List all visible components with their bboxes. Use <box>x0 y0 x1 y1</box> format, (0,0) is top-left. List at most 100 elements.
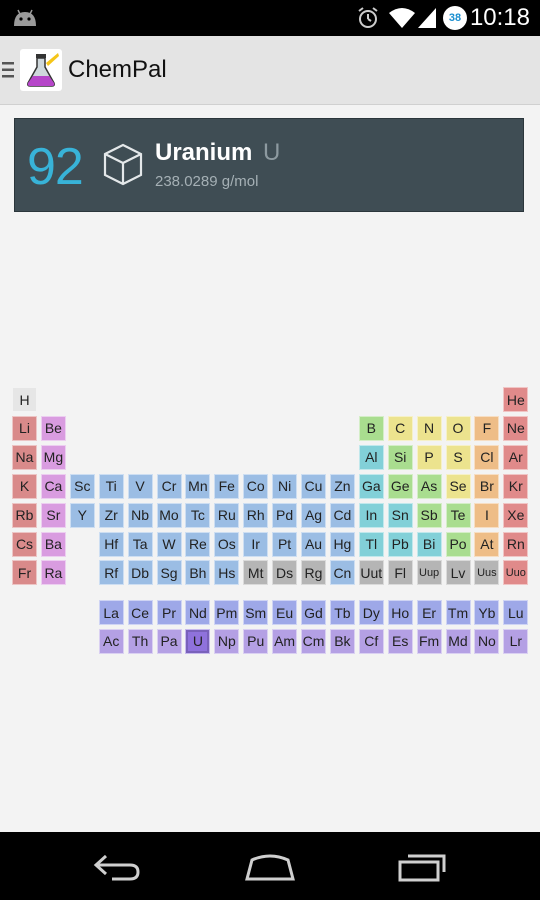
element-v[interactable]: V <box>127 473 153 499</box>
element-hf[interactable]: Hf <box>98 531 124 557</box>
element-bh[interactable]: Bh <box>185 560 211 586</box>
element-pd[interactable]: Pd <box>272 502 298 528</box>
element-rn[interactable]: Rn <box>503 531 529 557</box>
element-br[interactable]: Br <box>474 473 500 499</box>
element-li[interactable]: Li <box>12 415 37 441</box>
element-rb[interactable]: Rb <box>12 502 37 528</box>
element-ba[interactable]: Ba <box>40 531 66 557</box>
element-na[interactable]: Na <box>12 444 37 470</box>
element-info-card[interactable]: 92 Uranium U 238.0289 g/mol <box>14 118 524 212</box>
element-eu[interactable]: Eu <box>272 600 298 625</box>
element-ta[interactable]: Ta <box>127 531 153 557</box>
element-ho[interactable]: Ho <box>387 600 413 625</box>
element-yb[interactable]: Yb <box>474 600 500 625</box>
element-ir[interactable]: Ir <box>243 531 269 557</box>
element-uuo[interactable]: Uuo <box>503 560 529 586</box>
element-hs[interactable]: Hs <box>214 560 240 586</box>
element-re[interactable]: Re <box>185 531 211 557</box>
element-b[interactable]: B <box>358 415 384 441</box>
home-icon[interactable] <box>242 850 298 884</box>
element-pm[interactable]: Pm <box>214 600 240 625</box>
element-tm[interactable]: Tm <box>445 600 471 625</box>
element-dy[interactable]: Dy <box>358 600 384 625</box>
element-ti[interactable]: Ti <box>98 473 124 499</box>
element-ag[interactable]: Ag <box>301 502 326 528</box>
element-se[interactable]: Se <box>445 473 471 499</box>
element-si[interactable]: Si <box>387 444 413 470</box>
element-am[interactable]: Am <box>272 628 298 654</box>
element-mn[interactable]: Mn <box>185 473 211 499</box>
element-cr[interactable]: Cr <box>156 473 182 499</box>
element-at[interactable]: At <box>474 531 500 557</box>
element-uut[interactable]: Uut <box>358 560 384 586</box>
element-bi[interactable]: Bi <box>416 531 442 557</box>
element-y[interactable]: Y <box>69 502 95 528</box>
element-gd[interactable]: Gd <box>301 600 326 625</box>
element-ni[interactable]: Ni <box>272 473 298 499</box>
element-au[interactable]: Au <box>301 531 326 557</box>
element-rf[interactable]: Rf <box>98 560 124 586</box>
element-lv[interactable]: Lv <box>445 560 471 586</box>
element-ra[interactable]: Ra <box>40 560 66 586</box>
element-zr[interactable]: Zr <box>98 502 124 528</box>
element-be[interactable]: Be <box>40 415 66 441</box>
recent-apps-icon[interactable] <box>396 850 448 884</box>
element-rg[interactable]: Rg <box>301 560 326 586</box>
element-w[interactable]: W <box>156 531 182 557</box>
element-ge[interactable]: Ge <box>387 473 413 499</box>
element-xe[interactable]: Xe <box>503 502 529 528</box>
element-la[interactable]: La <box>98 600 124 625</box>
element-ar[interactable]: Ar <box>503 444 529 470</box>
element-fm[interactable]: Fm <box>416 628 442 654</box>
element-as[interactable]: As <box>416 473 442 499</box>
element-sr[interactable]: Sr <box>40 502 66 528</box>
element-ne[interactable]: Ne <box>503 415 529 441</box>
element-fl[interactable]: Fl <box>387 560 413 586</box>
element-he[interactable]: He <box>503 387 529 412</box>
element-pa[interactable]: Pa <box>156 628 182 654</box>
element-np[interactable]: Np <box>214 628 240 654</box>
element-cn[interactable]: Cn <box>329 560 355 586</box>
element-k[interactable]: K <box>12 473 37 499</box>
element-tc[interactable]: Tc <box>185 502 211 528</box>
element-mo[interactable]: Mo <box>156 502 182 528</box>
element-ga[interactable]: Ga <box>358 473 384 499</box>
drawer-menu-icon[interactable] <box>2 60 14 80</box>
element-sc[interactable]: Sc <box>69 473 95 499</box>
element-th[interactable]: Th <box>127 628 153 654</box>
app-logo[interactable] <box>20 49 62 91</box>
element-sg[interactable]: Sg <box>156 560 182 586</box>
element-uup[interactable]: Uup <box>416 560 442 586</box>
element-c[interactable]: C <box>387 415 413 441</box>
element-pt[interactable]: Pt <box>272 531 298 557</box>
element-os[interactable]: Os <box>214 531 240 557</box>
element-pu[interactable]: Pu <box>243 628 269 654</box>
element-rh[interactable]: Rh <box>243 502 269 528</box>
element-ce[interactable]: Ce <box>127 600 153 625</box>
element-cd[interactable]: Cd <box>329 502 355 528</box>
element-cm[interactable]: Cm <box>301 628 326 654</box>
element-kr[interactable]: Kr <box>503 473 529 499</box>
element-po[interactable]: Po <box>445 531 471 557</box>
element-n[interactable]: N <box>416 415 442 441</box>
element-pb[interactable]: Pb <box>387 531 413 557</box>
element-hg[interactable]: Hg <box>329 531 355 557</box>
element-te[interactable]: Te <box>445 502 471 528</box>
element-mg[interactable]: Mg <box>40 444 66 470</box>
element-lr[interactable]: Lr <box>503 628 529 654</box>
element-al[interactable]: Al <box>358 444 384 470</box>
element-tl[interactable]: Tl <box>358 531 384 557</box>
element-f[interactable]: F <box>474 415 500 441</box>
element-i[interactable]: I <box>474 502 500 528</box>
element-u[interactable]: U <box>185 628 211 654</box>
element-s[interactable]: S <box>445 444 471 470</box>
element-sn[interactable]: Sn <box>387 502 413 528</box>
element-sb[interactable]: Sb <box>416 502 442 528</box>
element-bk[interactable]: Bk <box>329 628 355 654</box>
element-pr[interactable]: Pr <box>156 600 182 625</box>
element-in[interactable]: In <box>358 502 384 528</box>
element-cf[interactable]: Cf <box>358 628 384 654</box>
element-sm[interactable]: Sm <box>243 600 269 625</box>
element-ca[interactable]: Ca <box>40 473 66 499</box>
element-fe[interactable]: Fe <box>214 473 240 499</box>
